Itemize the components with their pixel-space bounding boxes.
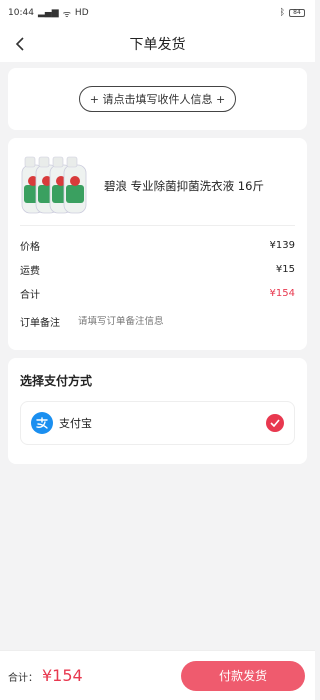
total: 合计： ¥154 [8,666,83,685]
payment-option-alipay[interactable]: 支付宝 [20,401,295,445]
payment-title: 选择支付方式 [20,374,93,388]
order-card: 碧浪 专业除菌抑菌洗衣液 16斤 价格 ¥139 运费 ¥15 合计 ¥154 … [8,138,307,350]
shipping-label: 运费 [20,265,40,277]
bottom-bar: 合计： ¥154 付款发货 [0,650,315,700]
back-button[interactable] [8,32,32,56]
price-label: 价格 [20,241,40,253]
payment-card: 选择支付方式 支付宝 [8,358,307,464]
signal-icon: ▂▄▆ [37,8,59,18]
alipay-icon [31,412,53,434]
order-remark: 订单备注 [20,305,295,337]
subtotal-value: ¥154 [269,287,295,299]
battery-icon: 84 [289,9,305,17]
bluetooth-icon: ᛒ [279,8,285,18]
remark-input[interactable] [78,315,238,327]
subtotal-label: 合计 [20,289,40,301]
page-title: 下单发货 [129,37,186,53]
price-value: ¥139 [269,239,295,251]
address-card: + 请点击填写收件人信息 + [8,68,307,130]
product-item: 碧浪 专业除菌抑菌洗衣液 16斤 [20,146,295,226]
total-label: 合计： [8,673,38,684]
nav-bar: 下单发货 [0,26,315,62]
shipping-row: 运费 ¥15 [20,257,295,281]
status-time: 10:44 [8,8,34,18]
product-image [20,151,92,221]
total-value: ¥154 [42,666,83,685]
fill-recipient-button[interactable]: + 请点击填写收件人信息 + [78,86,237,112]
remark-label: 订单备注 [20,317,60,329]
pay-and-ship-button[interactable]: 付款发货 [181,660,305,691]
subtotal-row: 合计 ¥154 [20,281,295,305]
shipping-value: ¥15 [275,263,295,275]
check-icon[interactable] [266,414,284,432]
network-type: HD [74,8,89,18]
wifi-icon: ᯤ [62,9,71,20]
product-name: 碧浪 专业除菌抑菌洗衣液 16斤 [104,178,264,193]
price-row: 价格 ¥139 [20,233,295,257]
price-rows: 价格 ¥139 运费 ¥15 合计 ¥154 [20,226,295,305]
payment-option-label: 支付宝 [59,417,92,430]
chevron-left-icon [15,37,24,51]
status-bar: 10:44 ▂▄▆ ᯤ HD ᛒ 84 [0,0,315,26]
